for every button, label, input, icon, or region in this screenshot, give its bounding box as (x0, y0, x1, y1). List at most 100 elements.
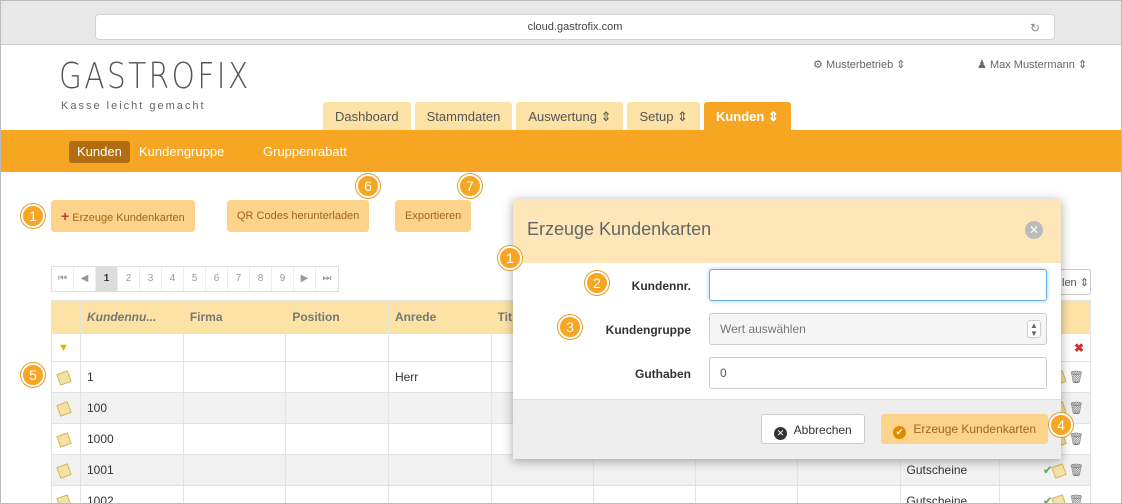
first-page-icon[interactable]: ⏮ (52, 267, 74, 291)
filter-cell[interactable] (182, 333, 287, 362)
cell-anrede: Herr (387, 361, 492, 393)
filter-icon[interactable]: ▼ (51, 333, 81, 362)
tab-setup[interactable]: Setup ⇕ (627, 102, 700, 131)
tab-kunden[interactable]: Kunden ⇕ (703, 102, 791, 131)
trash-icon[interactable]: 🗑 (1069, 370, 1084, 384)
browser-window: cloud.gastrofix.com ↻ GASTROFIX Kasse le… (0, 0, 1122, 504)
url-text: cloud.gastrofix.com (527, 21, 623, 33)
field-row-guthaben: Guthaben (513, 357, 1061, 391)
cancel-button[interactable]: ✕ Abbrechen (761, 414, 865, 444)
subnav-kundengruppe[interactable]: Kundengruppe (131, 141, 232, 163)
confirm-create-button[interactable]: ✔ Erzeuge Kundenkarten (881, 414, 1049, 444)
plus-icon: + (61, 208, 70, 224)
page-9[interactable]: 9 (272, 267, 294, 291)
dialog-footer: ✕ Abbrechen ✔ Erzeuge Kundenkarten (513, 399, 1061, 459)
table-row[interactable]: 1001 Gutscheine ✔ 🗑 (51, 454, 1091, 486)
logo-tagline: Kasse leicht gemacht (61, 100, 206, 112)
pencil-icon (56, 401, 72, 417)
cell-kundennummer: 1002 (80, 485, 184, 503)
page-5[interactable]: 5 (184, 267, 206, 291)
pencil-icon[interactable] (1051, 494, 1067, 503)
create-cards-label: Erzeuge Kundenkarten (72, 212, 185, 224)
page-8[interactable]: 8 (250, 267, 272, 291)
url-field[interactable]: cloud.gastrofix.com ↻ (95, 14, 1055, 40)
confirm-create-label: Erzeuge Kundenkarten (913, 422, 1037, 436)
close-icon[interactable]: ✕ (1025, 221, 1043, 239)
callout-marker-5: 5 (21, 363, 45, 387)
app-header: GASTROFIX Kasse leicht gemacht ⚙ Musterb… (1, 46, 1121, 131)
pagination: ⏮ ◀ 1 2 3 4 5 6 7 8 9 ▶ ⏭ (51, 266, 339, 292)
reload-icon[interactable]: ↻ (1030, 19, 1040, 37)
qr-download-button[interactable]: QR Codes herunterladen (227, 200, 370, 232)
callout-marker-1b: 1 (498, 246, 522, 270)
cell-anrede (387, 485, 492, 503)
tab-dashboard[interactable]: Dashboard (323, 102, 411, 131)
pencil-icon (56, 494, 72, 503)
filter-cell[interactable] (285, 333, 389, 362)
create-cards-dialog: Erzeuge Kundenkarten ✕ Kundennr. Kundeng… (513, 199, 1061, 459)
filter-cell[interactable] (387, 333, 492, 362)
last-page-icon[interactable]: ⏭ (316, 267, 338, 291)
edit-icon[interactable] (51, 392, 81, 424)
guthaben-input[interactable] (709, 357, 1047, 389)
kundengruppe-select[interactable]: Wert auswählen ▲ ▼ (709, 313, 1047, 345)
trash-icon[interactable]: 🗑 (1069, 494, 1084, 503)
subnav-kunden[interactable]: Kunden (69, 141, 130, 163)
logo[interactable]: GASTROFIX (59, 56, 251, 97)
header-edit-col (51, 300, 81, 334)
prev-page-icon[interactable]: ◀ (74, 267, 96, 291)
venue-toggle-icon: ⇕ (896, 59, 906, 71)
trash-icon[interactable]: 🗑 (1069, 432, 1084, 446)
kundennr-label: Kundennr. (631, 279, 691, 293)
table-row[interactable]: 1002 Gutscheine ✔ 🗑 (51, 485, 1091, 503)
sub-navigation: Kunden Kundengruppe Gruppenrabatt (1, 130, 1121, 172)
user-label: Max Mustermann (989, 59, 1075, 71)
pencil-icon (56, 370, 72, 386)
user-menu[interactable]: ♟ Max Mustermann ⇕ (977, 58, 1087, 71)
page-4[interactable]: 4 (162, 267, 184, 291)
create-cards-button[interactable]: + Erzeuge Kundenkarten (51, 200, 195, 232)
kundengruppe-selected: Wert auswählen (720, 322, 806, 336)
row-actions: ✔ 🗑 (999, 485, 1091, 503)
callout-marker-4: 4 (1049, 413, 1073, 437)
cell-kundennummer: 1000 (80, 423, 184, 455)
clear-filter-glyph: ✖ (1073, 340, 1084, 355)
edit-icon[interactable] (51, 423, 81, 455)
cell-group: Gutscheine (899, 454, 1001, 486)
page-3[interactable]: 3 (140, 267, 162, 291)
tab-auswertung[interactable]: Auswertung ⇕ (516, 102, 624, 131)
tab-stammdaten[interactable]: Stammdaten (414, 102, 513, 131)
edit-icon[interactable] (51, 361, 81, 393)
cell-kundennummer: 1 (80, 361, 184, 393)
edit-icon[interactable] (51, 485, 81, 503)
trash-icon[interactable]: 🗑 (1069, 463, 1084, 477)
header-anrede[interactable]: Anrede (387, 300, 492, 334)
page-7[interactable]: 7 (228, 267, 250, 291)
venue-label: Musterbetrieb (825, 59, 894, 71)
venue-menu[interactable]: ⚙ Musterbetrieb ⇕ (813, 58, 905, 71)
display-toggle[interactable]: len ⇕ (1057, 269, 1091, 295)
header-kundennummer[interactable]: Kundennu... (80, 300, 184, 334)
cell-anrede (387, 392, 492, 424)
edit-icon[interactable] (51, 454, 81, 486)
dialog-header: Erzeuge Kundenkarten ✕ (513, 199, 1061, 263)
header-firma[interactable]: Firma (182, 300, 287, 334)
cell-anrede (387, 454, 492, 486)
page-2[interactable]: 2 (118, 267, 140, 291)
callout-marker-7: 7 (458, 174, 482, 198)
kundennr-input[interactable] (709, 269, 1047, 301)
page-6[interactable]: 6 (206, 267, 228, 291)
page-1[interactable]: 1 (96, 267, 118, 291)
subnav-gruppenrabatt[interactable]: Gruppenrabatt (255, 141, 355, 163)
guthaben-label: Guthaben (635, 367, 691, 381)
cell-kundennummer: 1001 (80, 454, 184, 486)
cell-group: Gutscheine (899, 485, 1001, 503)
kundengruppe-label: Kundengruppe (605, 323, 691, 337)
pencil-icon[interactable] (1051, 463, 1067, 479)
next-page-icon[interactable]: ▶ (294, 267, 316, 291)
filter-cell[interactable] (80, 333, 184, 362)
check-circle-icon: ✔ (893, 426, 906, 439)
trash-icon[interactable]: 🗑 (1069, 401, 1084, 415)
export-button[interactable]: Exportieren (395, 200, 472, 232)
header-position[interactable]: Position (285, 300, 389, 334)
